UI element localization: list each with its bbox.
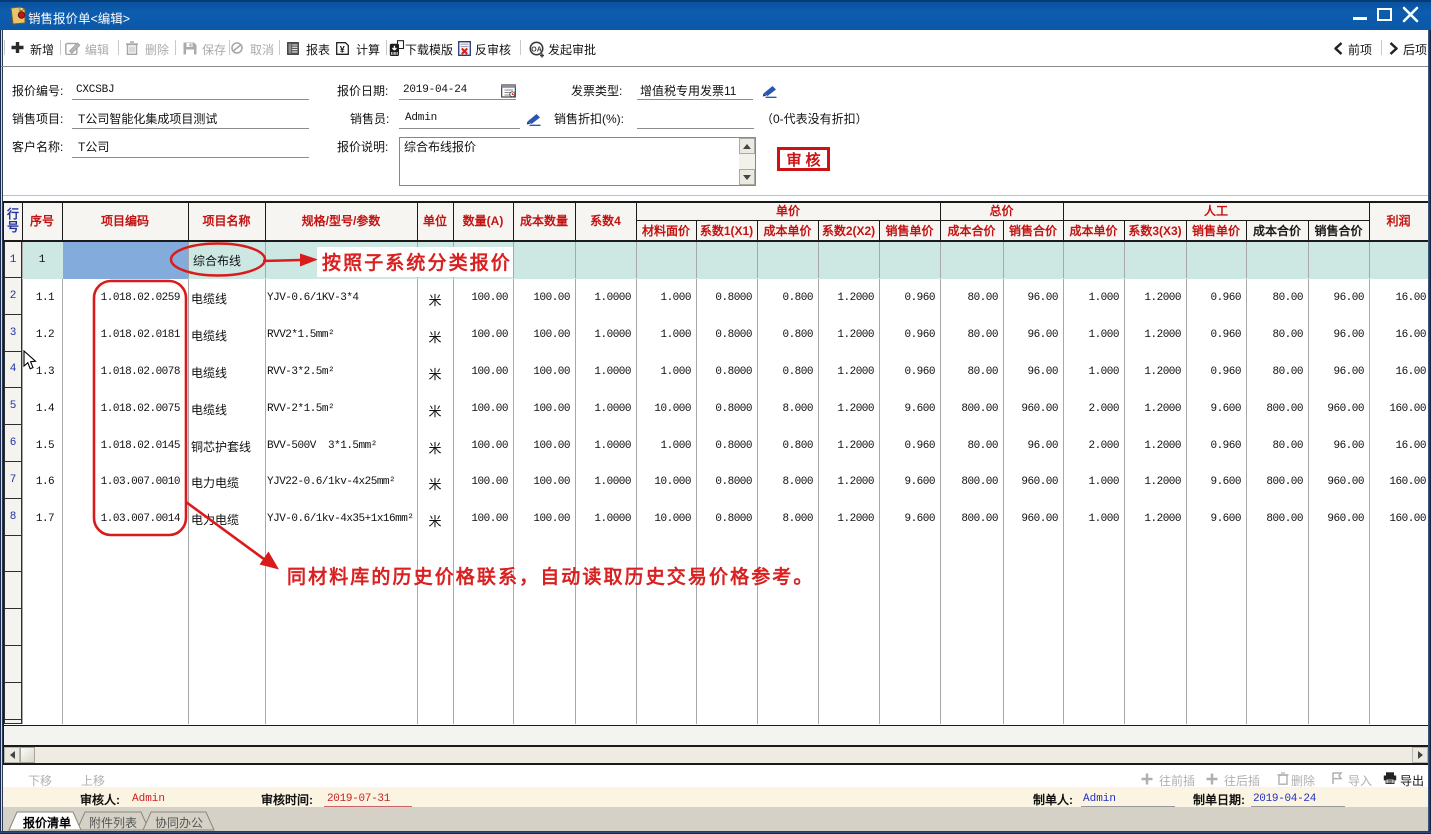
svg-text:OA: OA [531, 46, 542, 53]
svg-text:¥: ¥ [340, 44, 345, 54]
